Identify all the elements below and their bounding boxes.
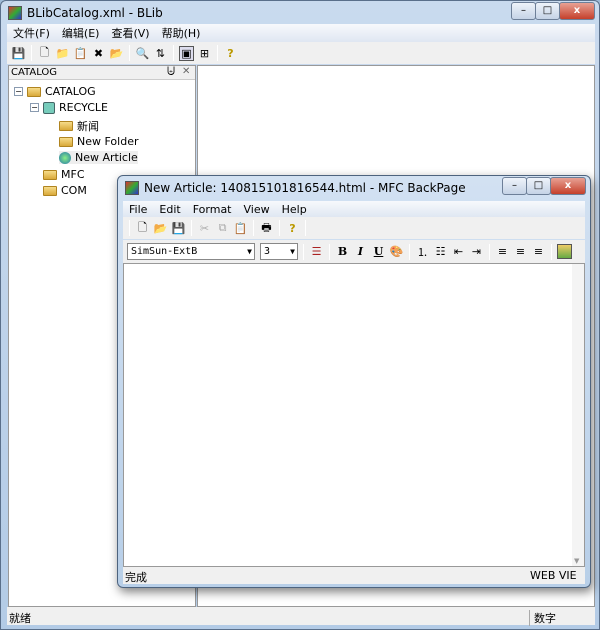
menu-file[interactable]: 文件(F): [7, 25, 56, 41]
paragraph-icon[interactable]: ☰: [309, 244, 324, 259]
help-icon[interactable]: ?: [223, 46, 238, 61]
tree-item-news[interactable]: 新闻: [59, 118, 99, 134]
child-window-title: New Article: 140815101816544.html - MFC …: [144, 181, 466, 195]
numbered-list-icon[interactable]: ⒈: [415, 244, 430, 259]
main-toolbar: 💾 🗋 📁 📋 ✖ 📂 🔍 ⇅ ▣ ⊞ ?: [7, 42, 595, 64]
child-toolbar: 🗋 📂 💾 ✂ ⧉ 📋 🖶 ?: [123, 217, 585, 239]
child-minimize-button[interactable]: –: [502, 177, 527, 195]
tree-item-catalog[interactable]: − CATALOG: [14, 85, 96, 98]
tree-item-recycle[interactable]: − RECYCLE: [30, 101, 108, 114]
catalog-pane-header: CATALOG ⨄ ✕: [9, 66, 195, 80]
child-menu-bar: File Edit Format View Help: [123, 201, 585, 217]
open-icon[interactable]: 📂: [109, 46, 124, 61]
save-icon[interactable]: 💾: [11, 46, 26, 61]
menu-edit[interactable]: 编辑(E): [56, 25, 106, 41]
catalog-pane-title: CATALOG: [11, 67, 58, 78]
folder-icon: [59, 121, 73, 131]
bold-icon[interactable]: B: [335, 244, 350, 259]
status-done: 完成: [125, 571, 147, 584]
align-left-icon[interactable]: ≡: [495, 244, 510, 259]
folder-icon: [59, 136, 73, 147]
new-icon[interactable]: 🗋: [135, 221, 150, 236]
main-status-bar: 就绪 数字: [7, 607, 595, 626]
scroll-down-icon[interactable]: ▼: [574, 557, 579, 565]
child-close-button[interactable]: x: [550, 177, 586, 195]
pin-icon[interactable]: ⨄: [167, 66, 175, 77]
align-center-icon[interactable]: ≡: [513, 244, 528, 259]
app-icon: [8, 6, 22, 20]
menu-format[interactable]: Format: [187, 203, 238, 216]
paste-icon[interactable]: 📋: [233, 221, 248, 236]
editor-area[interactable]: ▼: [123, 263, 585, 567]
font-select[interactable]: SimSun-ExtB ▼: [127, 243, 255, 260]
help-icon[interactable]: ?: [285, 221, 300, 236]
pane-close-icon[interactable]: ✕: [182, 66, 190, 77]
size-value: 3: [264, 246, 271, 257]
article-window-icon: [125, 181, 139, 195]
sort-icon[interactable]: ⇅: [153, 46, 168, 61]
tree-label: New Folder: [77, 135, 139, 148]
copy-icon[interactable]: ⧉: [215, 221, 230, 236]
tree-item-new-article[interactable]: New Article: [59, 151, 138, 164]
print-icon[interactable]: 🖶: [259, 221, 274, 236]
tree-label: MFC: [61, 168, 85, 181]
paste-icon[interactable]: 📋: [73, 46, 88, 61]
new-folder-icon[interactable]: 📁: [55, 46, 70, 61]
layout-pane-icon[interactable]: ▣: [179, 45, 194, 61]
insert-image-icon[interactable]: [557, 244, 572, 259]
menu-view[interactable]: View: [238, 203, 276, 216]
article-icon: [59, 151, 71, 164]
folder-icon: [43, 185, 57, 196]
child-status-bar: 完成 WEB VIE: [123, 567, 585, 584]
tree-label: RECYCLE: [59, 101, 108, 114]
bullet-list-icon[interactable]: ☷: [433, 244, 448, 259]
tree-item-new-folder[interactable]: New Folder: [59, 135, 138, 148]
tree-label: 新闻: [77, 120, 99, 133]
child-window: New Article: 140815101816544.html - MFC …: [117, 175, 591, 588]
menu-help[interactable]: 帮助(H): [156, 25, 207, 41]
recycle-icon: [43, 101, 55, 114]
menu-bar: 文件(F) 编辑(E) 查看(V) 帮助(H): [7, 24, 595, 42]
window-title: BLibCatalog.xml - BLib: [27, 6, 163, 20]
maximize-button[interactable]: □: [535, 2, 560, 20]
minimize-button[interactable]: –: [511, 2, 536, 20]
status-ready: 就绪: [9, 612, 31, 625]
underline-icon[interactable]: U: [371, 244, 386, 259]
indent-icon[interactable]: ⇥: [469, 244, 484, 259]
new-icon[interactable]: 🗋: [37, 46, 52, 61]
tree-item-mfc[interactable]: MFC: [43, 168, 85, 181]
open-icon[interactable]: 📂: [153, 221, 168, 236]
format-toolbar: SimSun-ExtB ▼ 3 ▼ ☰ B I U 🎨 ⒈ ☷ ⇤ ⇥ ≡ ≡ ≡: [123, 240, 585, 263]
folder-icon: [27, 86, 41, 97]
layout-tree-icon[interactable]: ⊞: [197, 46, 212, 61]
editor-scrollbar[interactable]: ▼: [572, 264, 584, 566]
italic-icon[interactable]: I: [353, 244, 368, 259]
tree-label: New Article: [75, 151, 138, 164]
menu-file[interactable]: File: [123, 203, 153, 216]
delete-icon[interactable]: ✖: [91, 46, 106, 61]
save-icon[interactable]: 💾: [171, 221, 186, 236]
color-icon[interactable]: 🎨: [389, 244, 404, 259]
outdent-icon[interactable]: ⇤: [451, 244, 466, 259]
menu-help[interactable]: Help: [276, 203, 313, 216]
close-button[interactable]: x: [559, 2, 595, 20]
folder-icon: [43, 169, 57, 180]
align-right-icon[interactable]: ≡: [531, 244, 546, 259]
status-num: 数字: [529, 610, 556, 626]
font-value: SimSun-ExtB: [131, 246, 198, 257]
menu-view[interactable]: 查看(V): [105, 25, 155, 41]
tree-item-com[interactable]: COM: [43, 184, 87, 197]
status-view-mode: WEB VIE: [530, 569, 577, 582]
cut-icon[interactable]: ✂: [197, 221, 212, 236]
tree-label: CATALOG: [45, 85, 96, 98]
tree-label: COM: [61, 184, 87, 197]
find-icon[interactable]: 🔍: [135, 46, 150, 61]
child-maximize-button[interactable]: □: [526, 177, 551, 195]
menu-edit[interactable]: Edit: [153, 203, 186, 216]
size-select[interactable]: 3 ▼: [260, 243, 298, 260]
